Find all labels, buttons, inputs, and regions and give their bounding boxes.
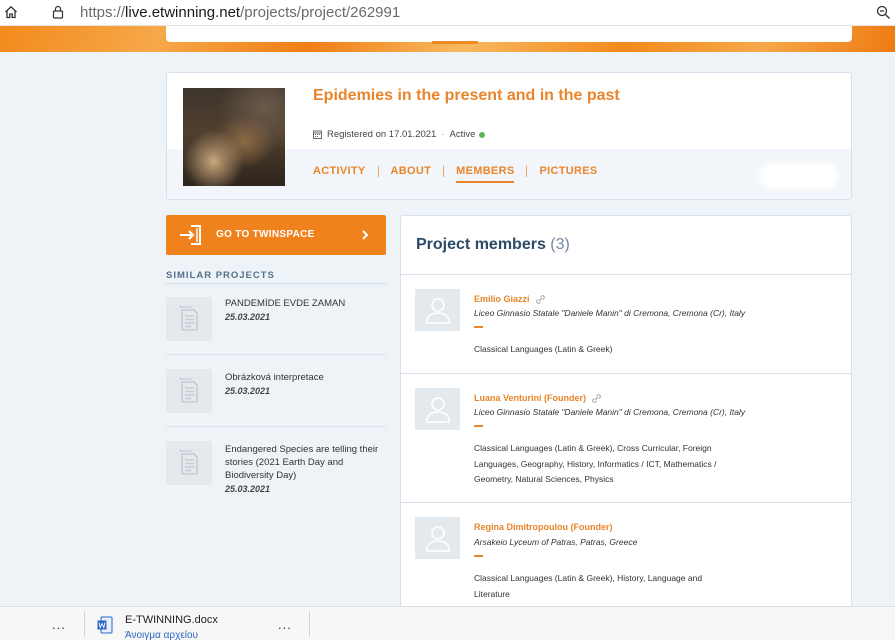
downloads-menu-button[interactable]: ... <box>52 617 66 632</box>
similar-project-date: 25.03.2021 <box>225 312 271 322</box>
user-icon <box>425 526 451 552</box>
tab-divider <box>377 165 379 177</box>
home-icon[interactable] <box>4 5 18 19</box>
link-icon[interactable] <box>535 294 545 304</box>
member-subjects: Classical Languages (Latin & Greek) <box>474 344 613 354</box>
member-dash <box>474 326 483 328</box>
zoom-icon[interactable] <box>876 5 891 20</box>
member-dash <box>474 425 483 427</box>
member-name-line: Luana Venturini (Founder) <box>474 393 601 403</box>
similar-divider <box>166 426 386 427</box>
tab-activity[interactable]: ACTIVITY <box>313 165 366 183</box>
tab-divider <box>526 165 528 177</box>
similar-project-item[interactable]: PANDEMİDE EVDE ZAMAN 25.03.2021 <box>166 297 386 341</box>
member-name-line: Emilio Giazzi <box>474 294 545 304</box>
chevron-right-icon <box>362 230 369 240</box>
tab-members[interactable]: MEMBERS <box>456 165 515 183</box>
avatar[interactable] <box>415 289 460 331</box>
similar-projects-heading: SIMILAR PROJECTS <box>166 270 275 281</box>
member-school: Liceo Ginnasio Statale "Daniele Manin" d… <box>474 407 746 417</box>
project-meta: Registered on 17.01.2021 · Active <box>313 129 486 140</box>
user-icon <box>425 298 451 324</box>
download-file-name[interactable]: E-TWINNING.docx <box>125 614 218 626</box>
project-thumbnail <box>166 441 212 485</box>
url-host: live.etwinning.net <box>125 4 241 21</box>
tab-pictures[interactable]: PICTURES <box>539 165 597 183</box>
similar-project-date: 25.03.2021 <box>225 386 271 396</box>
twinspace-label: GO TO TWINSPACE <box>216 229 315 240</box>
similar-project-text: Obrázková interpretace 25.03.2021 <box>225 371 387 398</box>
tab-about[interactable]: ABOUT <box>391 165 432 183</box>
project-title: Epidemies in the present and in the past <box>313 87 620 104</box>
project-tabs: ACTIVITY ABOUT MEMBERS PICTURES <box>313 165 597 183</box>
lock-icon[interactable] <box>52 5 64 19</box>
open-file-link[interactable]: Άνοιγμα αρχείου <box>125 630 198 640</box>
avatar[interactable] <box>415 517 460 559</box>
project-status: Active <box>449 129 476 140</box>
calendar-icon <box>313 130 322 139</box>
similar-divider <box>166 354 386 355</box>
banner-card <box>166 26 852 42</box>
registered-date: Registered on 17.01.2021 <box>327 129 437 140</box>
banner-accent-mark <box>432 41 478 44</box>
document-icon <box>179 306 198 331</box>
similar-project-text: PANDEMİDE EVDE ZAMAN 25.03.2021 <box>225 297 387 324</box>
member-school: Liceo Ginnasio Statale "Daniele Manin" d… <box>474 308 746 318</box>
member-subjects: Classical Languages (Latin & Greek), Cro… <box>474 443 717 484</box>
project-image <box>183 88 285 186</box>
tab-divider <box>443 165 445 177</box>
members-title: Project members (3) <box>416 236 570 254</box>
member-row: Emilio Giazzi Liceo Ginnasio Statale "Da… <box>401 275 851 373</box>
meta-separator: · <box>441 129 445 140</box>
similar-project-title[interactable]: Endangered Species are telling their sto… <box>225 444 378 481</box>
similar-heading-divider <box>166 283 386 284</box>
similar-project-item[interactable]: Endangered Species are telling their sto… <box>166 441 386 497</box>
member-name-line: Regina Dimitropoulou (Founder) <box>474 522 613 532</box>
url-field[interactable]: https://live.etwinning.net/projects/proj… <box>80 4 400 21</box>
blurred-region <box>759 163 839 189</box>
user-icon <box>425 397 451 423</box>
project-header-card: Epidemies in the present and in the past… <box>166 72 852 200</box>
member-row: Luana Venturini (Founder) Liceo Ginnasio… <box>401 374 851 502</box>
similar-project-title[interactable]: Obrázková interpretace <box>225 372 324 383</box>
member-name[interactable]: Luana Venturini (Founder) <box>474 393 586 403</box>
members-count: (3) <box>550 236 570 253</box>
url-path: /projects/project/262991 <box>240 4 401 21</box>
go-to-twinspace-button[interactable]: GO TO TWINSPACE <box>166 215 386 255</box>
member-dash <box>474 555 483 557</box>
url-prefix: https:// <box>80 4 126 21</box>
downloads-divider <box>84 611 85 637</box>
member-name[interactable]: Regina Dimitropoulou (Founder) <box>474 522 613 532</box>
member-row: Regina Dimitropoulou (Founder) Arsakeio … <box>401 503 851 614</box>
downloads-bar: ... E-TWINNING.docx Άνοιγμα αρχείου ... <box>0 606 895 640</box>
document-icon <box>179 378 198 403</box>
project-thumbnail <box>166 297 212 341</box>
link-icon[interactable] <box>592 393 601 403</box>
similar-project-date: 25.03.2021 <box>225 484 271 494</box>
member-subjects: Classical Languages (Latin & Greek), His… <box>474 573 703 599</box>
project-members-panel: Project members (3) Emilio Giazzi Liceo … <box>400 215 852 615</box>
download-item-menu-button[interactable]: ... <box>278 617 292 632</box>
status-dot <box>479 131 486 138</box>
similar-project-item[interactable]: Obrázková interpretace 25.03.2021 <box>166 369 386 413</box>
downloads-divider <box>309 611 310 637</box>
enter-icon <box>180 225 201 245</box>
document-icon <box>179 450 198 475</box>
member-school: Arsakeio Lyceum of Patras, Patras, Greec… <box>474 537 638 547</box>
member-name[interactable]: Emilio Giazzi <box>474 294 530 304</box>
avatar[interactable] <box>415 388 460 430</box>
browser-address-bar: https://live.etwinning.net/projects/proj… <box>0 0 895 26</box>
word-document-icon <box>97 616 113 634</box>
project-thumbnail <box>166 369 212 413</box>
members-heading: Project members <box>416 236 546 253</box>
similar-project-text: Endangered Species are telling their sto… <box>225 443 387 496</box>
similar-project-title[interactable]: PANDEMİDE EVDE ZAMAN <box>225 298 345 309</box>
